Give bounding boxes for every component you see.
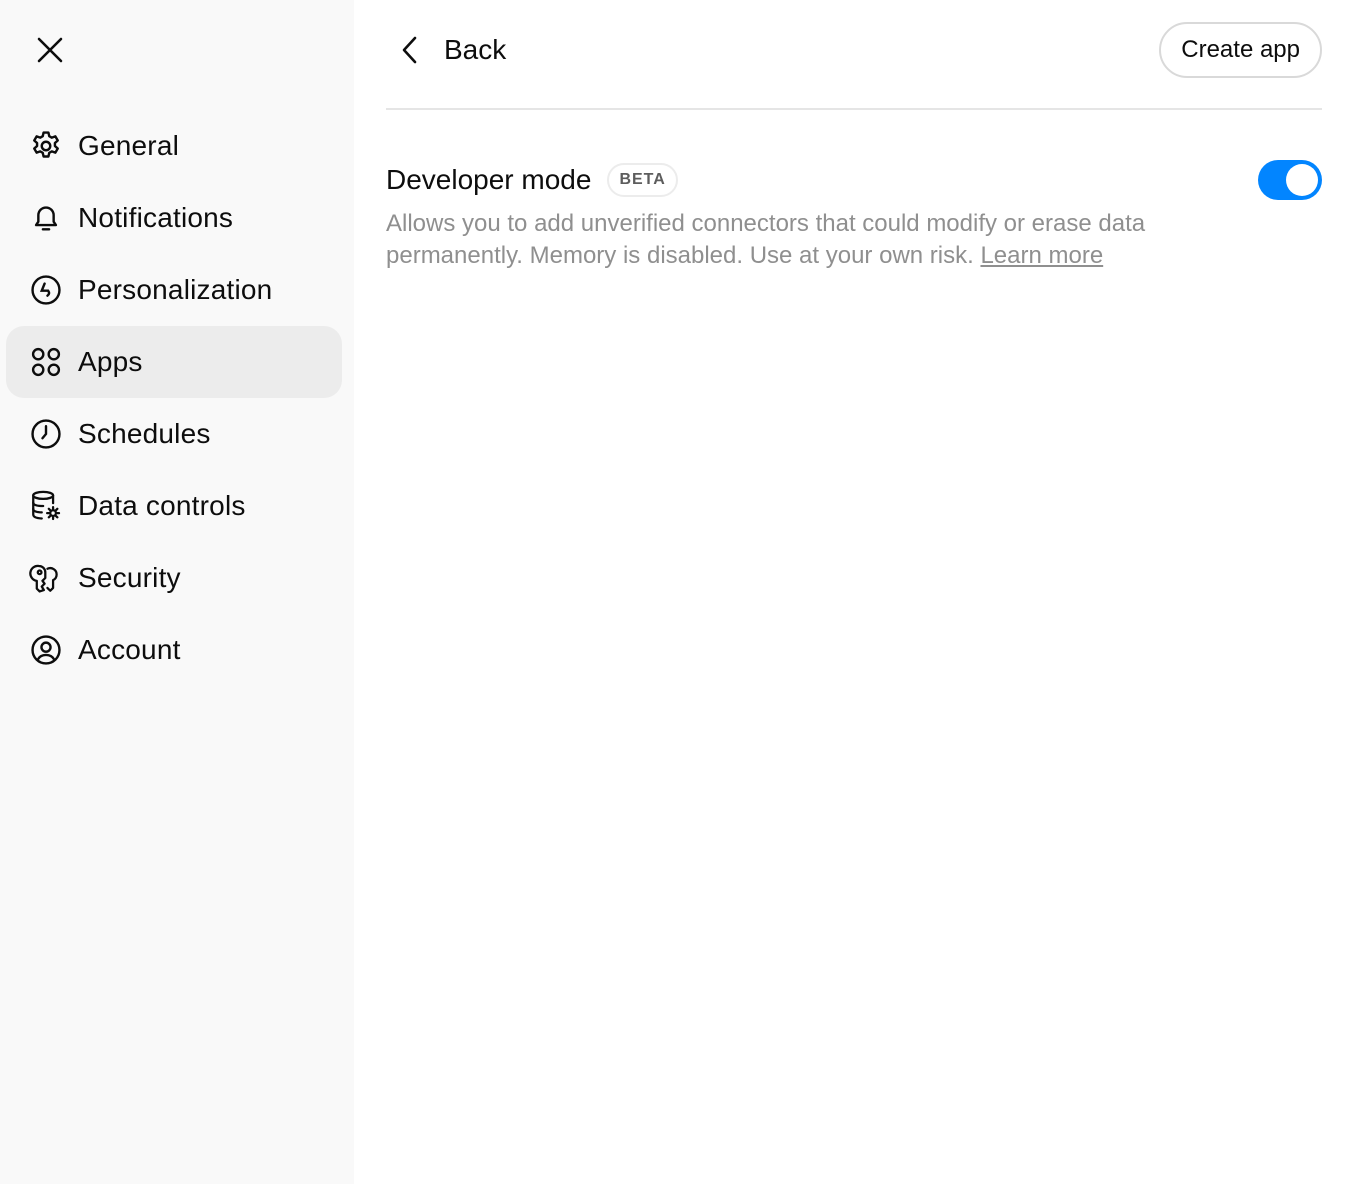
sidebar-item-security[interactable]: Security	[6, 542, 342, 614]
developer-mode-description: Allows you to add unverified connectors …	[386, 208, 1216, 272]
sidebar-item-account[interactable]: Account	[6, 614, 342, 686]
sidebar-item-label: Apps	[78, 346, 143, 377]
create-app-button[interactable]: Create app	[1159, 22, 1322, 78]
sidebar-item-label: Schedules	[78, 418, 211, 449]
database-gear-icon	[28, 488, 64, 524]
sidebar-item-label: Data controls	[78, 490, 246, 521]
close-button[interactable]	[30, 30, 70, 70]
sidebar-item-notifications[interactable]: Notifications	[6, 182, 342, 254]
chevron-left-icon	[394, 34, 426, 66]
settings-sidebar: General Notifications Personalization Ap…	[0, 0, 354, 1184]
settings-main: Back Create app Developer mode BETA Allo…	[354, 0, 1354, 1184]
developer-mode-header: Developer mode BETA	[386, 160, 1322, 200]
apps-grid-icon	[28, 344, 64, 380]
personalization-icon	[28, 272, 64, 308]
developer-mode-setting: Developer mode BETA Allows you to add un…	[386, 160, 1322, 272]
settings-nav: General Notifications Personalization Ap…	[6, 110, 342, 686]
page-header: Back Create app	[386, 0, 1322, 110]
developer-mode-title: Developer mode	[386, 164, 592, 195]
sidebar-item-label: General	[78, 130, 180, 161]
gear-icon	[28, 128, 64, 164]
sidebar-item-label: Account	[78, 634, 181, 665]
user-circle-icon	[28, 632, 64, 668]
sidebar-item-personalization[interactable]: Personalization	[6, 254, 342, 326]
sidebar-item-label: Notifications	[78, 202, 234, 233]
sidebar-item-label: Security	[78, 562, 181, 593]
developer-mode-toggle[interactable]	[1258, 160, 1322, 200]
settings-window: General Notifications Personalization Ap…	[0, 0, 1354, 1184]
back-label: Back	[444, 34, 507, 65]
close-icon	[37, 37, 63, 63]
sidebar-item-schedules[interactable]: Schedules	[6, 398, 342, 470]
bell-icon	[28, 200, 64, 236]
key-icon	[28, 560, 64, 596]
toggle-knob	[1286, 164, 1318, 196]
sidebar-item-data-controls[interactable]: Data controls	[6, 470, 342, 542]
sidebar-item-label: Personalization	[78, 274, 273, 305]
clock-icon	[28, 416, 64, 452]
learn-more-link[interactable]: Learn more	[980, 242, 1103, 269]
back-button[interactable]: Back	[394, 26, 506, 74]
sidebar-item-general[interactable]: General	[6, 110, 342, 182]
sidebar-item-apps[interactable]: Apps	[6, 326, 342, 398]
beta-badge: BETA	[607, 163, 678, 197]
